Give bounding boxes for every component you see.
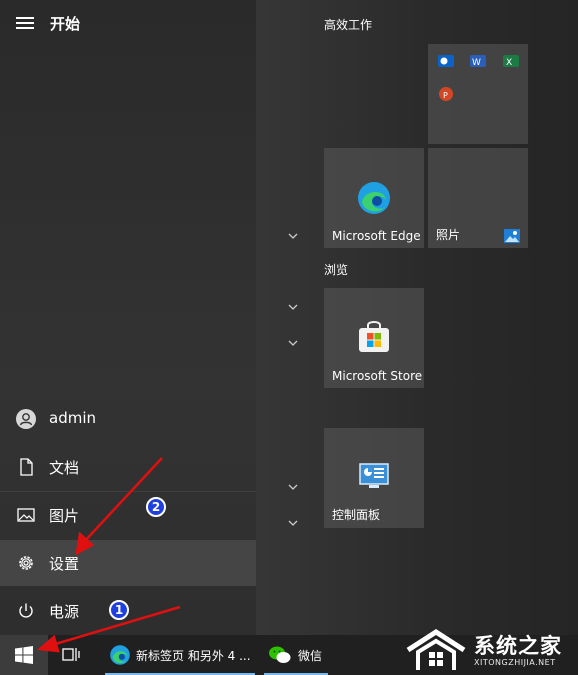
annotation-badge-1: 1 — [109, 600, 129, 620]
annotation-badge-2: 2 — [146, 497, 166, 517]
site-watermark: 系统之家 XITONGZHIJIA.NET — [402, 626, 578, 675]
annotation-arrows — [37, 457, 181, 653]
watermark-title: 系统之家 — [474, 634, 562, 658]
watermark-logo-icon — [406, 629, 466, 670]
arrow-head — [37, 634, 60, 653]
watermark-subtitle: XITONGZHIJIA.NET — [474, 658, 556, 667]
